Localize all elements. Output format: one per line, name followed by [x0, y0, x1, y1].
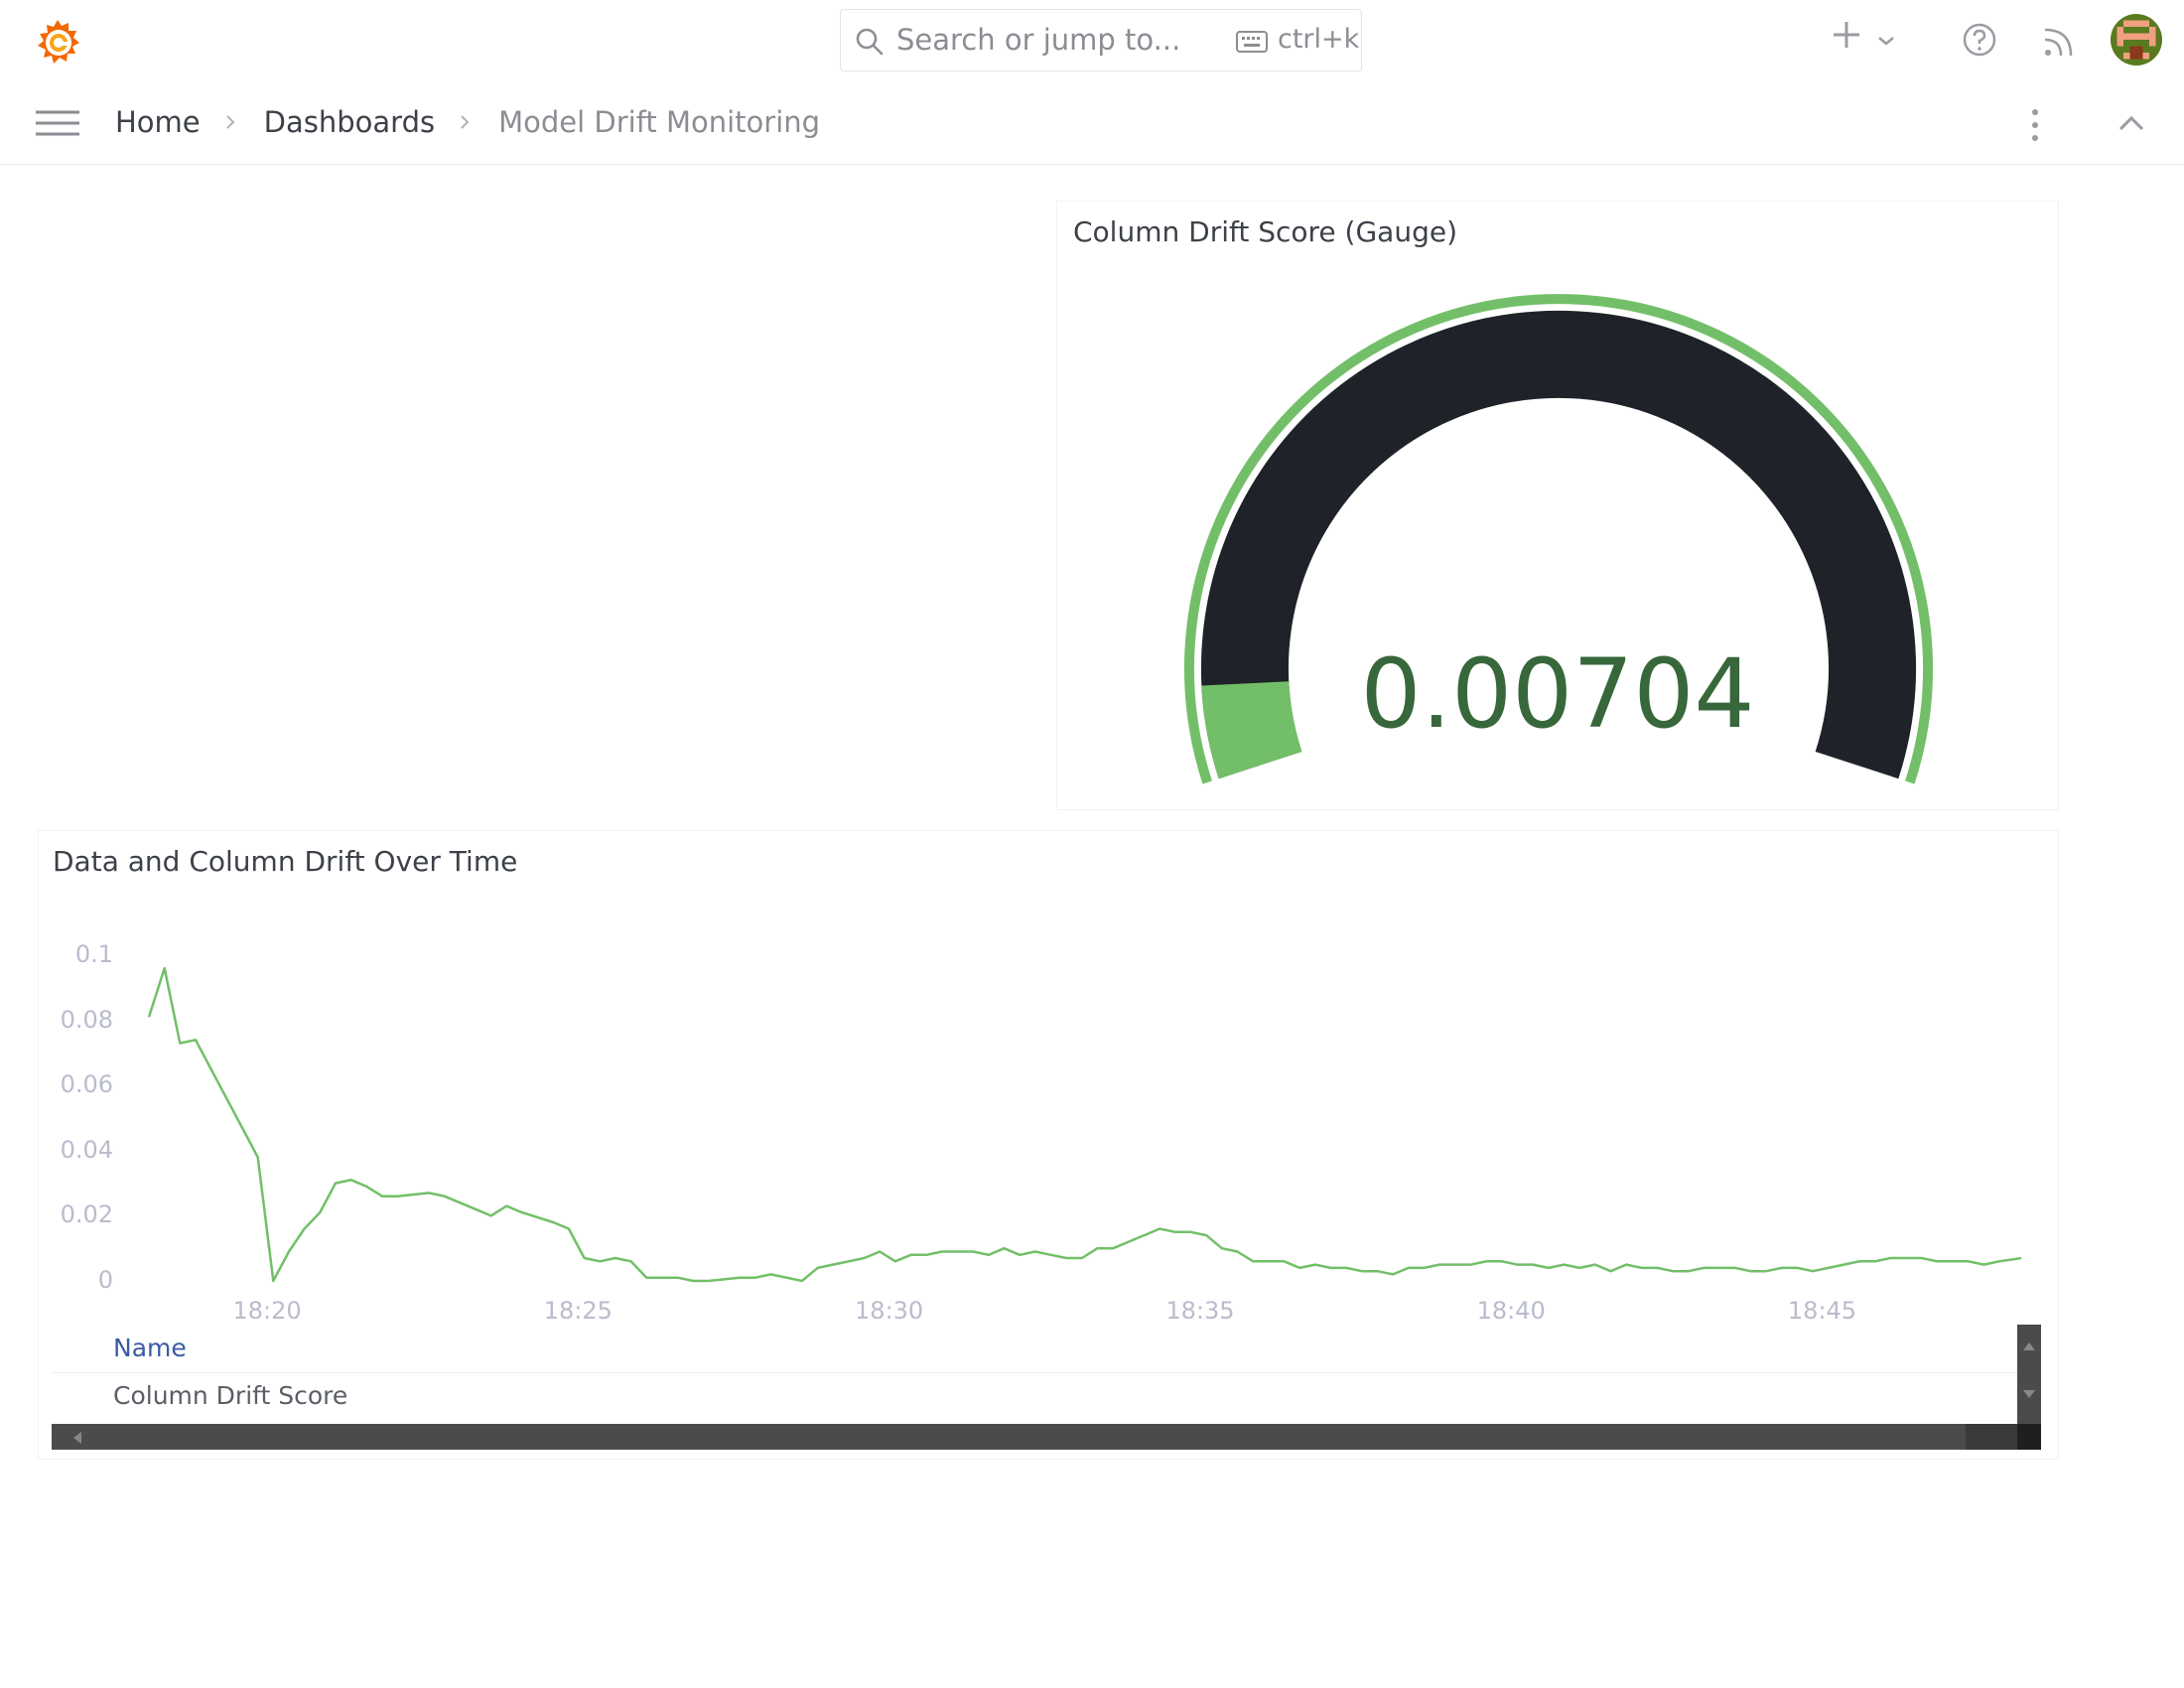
search-input[interactable]	[896, 20, 1194, 60]
y-tick-label: 0.02	[60, 1200, 113, 1229]
legend-row[interactable]: Column Drift Score	[52, 1372, 2017, 1429]
legend-series-label[interactable]: Column Drift Score	[113, 1381, 347, 1410]
scroll-thumb[interactable]	[1966, 1424, 2017, 1450]
scroll-up-arrow-icon[interactable]	[2023, 1342, 2035, 1350]
new-plus-icon[interactable]	[1833, 18, 1876, 62]
scrollbar-corner	[2017, 1424, 2041, 1450]
user-avatar[interactable]	[2111, 14, 2162, 66]
breadcrumb-current-dashboard: Model Drift Monitoring	[498, 105, 821, 139]
y-tick-label: 0.1	[74, 940, 113, 968]
x-tick-label: 18:30	[855, 1297, 924, 1325]
gauge-panel[interactable]: Column Drift Score (Gauge) 0.00704	[1056, 201, 2059, 810]
help-icon[interactable]	[1958, 18, 2001, 62]
scroll-left-arrow-icon[interactable]	[73, 1432, 81, 1444]
menu-icon[interactable]	[36, 109, 79, 137]
breadcrumb-dashboards[interactable]: Dashboards	[264, 105, 435, 139]
breadcrumb-bar: Home Dashboards Model Drift Monitoring	[0, 81, 2184, 165]
x-tick-label: 18:25	[543, 1297, 613, 1325]
keyboard-icon	[1236, 31, 1268, 53]
more-options-icon[interactable]	[2025, 107, 2045, 143]
chevron-right-icon	[225, 115, 235, 129]
search-icon	[856, 28, 884, 56]
chevron-up-icon[interactable]	[2116, 111, 2146, 135]
grafana-logo-icon[interactable]	[32, 16, 83, 68]
breadcrumb: Home Dashboards Model Drift Monitoring	[115, 101, 820, 143]
scroll-down-arrow-icon[interactable]	[2023, 1390, 2035, 1398]
top-bar: ctrl+k	[0, 0, 2184, 82]
breadcrumb-home[interactable]: Home	[115, 105, 201, 139]
x-tick-label: 18:35	[1165, 1297, 1235, 1325]
y-tick-label: 0.06	[60, 1070, 113, 1099]
horizontal-scrollbar[interactable]	[52, 1424, 2017, 1450]
y-tick-label: 0.04	[60, 1135, 113, 1164]
y-tick-label: 0	[97, 1266, 113, 1294]
vertical-scrollbar[interactable]	[2017, 1325, 2041, 1450]
search-shortcut: ctrl+k	[1278, 24, 1360, 55]
x-tick-label: 18:40	[1476, 1297, 1546, 1325]
chevron-down-icon[interactable]	[1876, 18, 1896, 62]
gauge-value: 0.00704	[1360, 638, 1755, 750]
search-bar[interactable]: ctrl+k	[840, 9, 1362, 71]
x-tick-label: 18:45	[1787, 1297, 1857, 1325]
timeseries-panel[interactable]: Data and Column Drift Over Time	[38, 830, 2059, 1460]
x-tick-label: 18:20	[232, 1297, 302, 1325]
y-tick-label: 0.08	[60, 1005, 113, 1034]
timeseries-panel-title: Data and Column Drift Over Time	[53, 845, 518, 878]
news-feed-icon[interactable]	[2039, 18, 2083, 62]
legend-header-name[interactable]: Name	[113, 1334, 187, 1362]
chevron-right-icon	[461, 115, 470, 129]
